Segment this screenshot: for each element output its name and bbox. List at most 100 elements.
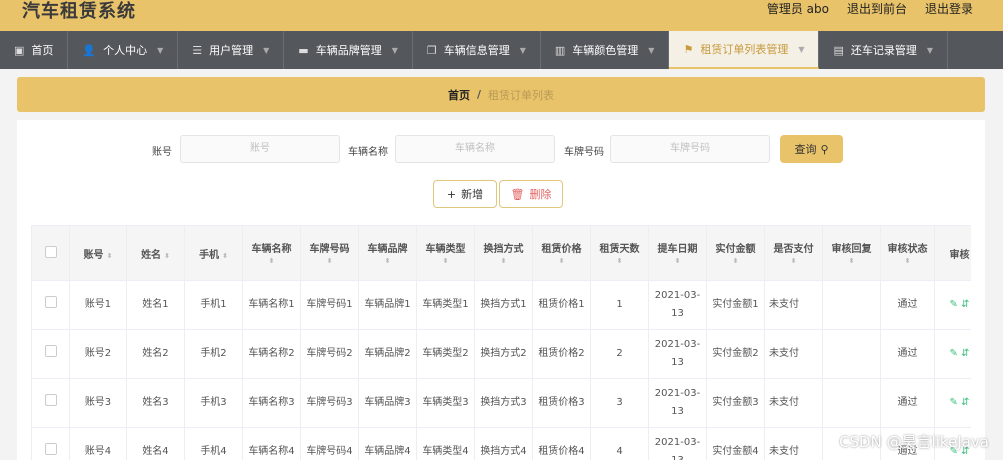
sort-icon[interactable]: ⬍ bbox=[164, 252, 170, 260]
column-header-label: 提车日期 bbox=[657, 244, 698, 255]
sort-icon[interactable]: ⬍ bbox=[247, 257, 296, 266]
flag-icon: ⚑ bbox=[683, 42, 694, 56]
table-cell: 通过 bbox=[880, 280, 935, 330]
review-icon[interactable]: ⇵ bbox=[961, 299, 969, 310]
doc-icon: ▤ bbox=[833, 43, 844, 57]
column-header[interactable]: 审核回复 ⬍ bbox=[822, 225, 881, 281]
column-header[interactable]: 姓名 ⬍ bbox=[126, 225, 185, 281]
column-header[interactable]: 租赁价格 ⬍ bbox=[532, 225, 591, 281]
logout-link[interactable]: 退出登录 bbox=[925, 0, 973, 18]
sort-icon[interactable]: ⬍ bbox=[363, 257, 412, 266]
select-all-cell bbox=[31, 225, 70, 281]
review-icon[interactable]: ⇵ bbox=[961, 397, 969, 408]
table-cell: 换挡方式1 bbox=[474, 280, 533, 330]
sort-icon[interactable]: ⬍ bbox=[769, 257, 818, 266]
table-cell: 租赁价格4 bbox=[532, 427, 591, 460]
column-header-label: 车辆名称 bbox=[251, 244, 292, 255]
carname-input[interactable]: 车辆名称 bbox=[395, 135, 555, 163]
plus-icon: + bbox=[446, 187, 457, 201]
admin-user-label: 管理员 abo bbox=[766, 2, 829, 16]
sort-icon[interactable]: ⬍ bbox=[421, 257, 470, 266]
column-header-label: 实付金额 bbox=[715, 244, 756, 255]
add-label: 新增 bbox=[461, 188, 484, 201]
column-header-label: 审核状态 bbox=[887, 244, 928, 255]
edit-icon[interactable]: ✎ bbox=[950, 348, 958, 359]
sort-icon[interactable]: ⬍ bbox=[827, 257, 876, 266]
table-cell: 通过 bbox=[880, 329, 935, 379]
table-cell: 2021-03-13 bbox=[648, 378, 707, 428]
table-cell: 通过 bbox=[880, 378, 935, 428]
sort-icon[interactable]: ⬍ bbox=[537, 257, 586, 266]
table-cell: 换挡方式2 bbox=[474, 329, 533, 379]
trash-icon: 🗑 bbox=[510, 187, 525, 201]
sort-icon[interactable]: ⬍ bbox=[305, 257, 354, 266]
table-cell: 手机2 bbox=[184, 329, 243, 379]
delete-label: 删除 bbox=[529, 188, 552, 201]
row-checkbox[interactable] bbox=[44, 295, 57, 308]
table-cell: 换挡方式4 bbox=[474, 427, 533, 460]
column-header[interactable]: 车辆品牌 ⬍ bbox=[358, 225, 417, 281]
column-header-label: 手机 bbox=[199, 249, 220, 261]
nav-item-6[interactable]: ⚑ 租赁订单列表管理 ▼ bbox=[669, 31, 820, 69]
column-header[interactable]: 账号 ⬍ bbox=[69, 225, 127, 281]
edit-icon[interactable]: ✎ bbox=[950, 299, 958, 310]
sort-icon[interactable]: ⬍ bbox=[222, 252, 228, 260]
column-header[interactable]: 租赁天数 ⬍ bbox=[590, 225, 649, 281]
nav-item-label: 用户管理 bbox=[209, 44, 254, 57]
table-cell: 未支付 bbox=[764, 378, 823, 428]
table-cell: 车牌号码3 bbox=[300, 378, 359, 428]
table-body: 账号1 姓名1 手机1 车辆名称1 车牌号码1 车辆品牌1 车辆类型1 换挡方式1 租赁价格1 1… bbox=[31, 280, 971, 460]
plate-input[interactable]: 车牌号码 bbox=[610, 135, 770, 163]
column-header[interactable]: 实付金额 ⬍ bbox=[706, 225, 765, 281]
column-header[interactable]: 车辆类型 ⬍ bbox=[416, 225, 475, 281]
chevron-down-icon: ▼ bbox=[157, 45, 164, 55]
column-header[interactable]: 是否支付 ⬍ bbox=[764, 225, 823, 281]
sort-icon[interactable]: ⬍ bbox=[479, 257, 528, 266]
table-cell: 2021-03-13 bbox=[648, 329, 707, 379]
table-row: 账号3 姓名3 手机3 车辆名称3 车牌号码3 车辆品牌3 车辆类型3 换挡方式3 租赁价格3 3… bbox=[31, 378, 971, 428]
add-button[interactable]: + 新增 bbox=[433, 180, 497, 208]
column-header[interactable]: 审核状态 ⬍ bbox=[880, 225, 935, 281]
nav-item-label: 租赁订单列表管理 bbox=[700, 43, 789, 56]
nav-item-label: 车辆品牌管理 bbox=[315, 44, 382, 57]
nav-item-7[interactable]: ▤ 还车记录管理 ▼ bbox=[819, 31, 949, 69]
column-header-label: 租赁天数 bbox=[599, 244, 640, 255]
column-header[interactable]: 提车日期 ⬍ bbox=[648, 225, 707, 281]
nav-item-5[interactable]: ▥ 车辆颜色管理 ▼ bbox=[541, 31, 670, 69]
column-header[interactable]: 换挡方式 ⬍ bbox=[474, 225, 533, 281]
nav-item-2[interactable]: ☰ 用户管理 ▼ bbox=[178, 31, 285, 69]
row-checkbox[interactable] bbox=[44, 442, 57, 455]
column-header[interactable]: 车辆名称 ⬍ bbox=[242, 225, 301, 281]
sort-icon[interactable]: ⬍ bbox=[107, 252, 113, 260]
table-cell: 手机3 bbox=[184, 378, 243, 428]
query-button[interactable]: 查询 ⚲ bbox=[780, 135, 843, 163]
chevron-down-icon: ▼ bbox=[648, 45, 655, 55]
column-header[interactable]: 审核 bbox=[934, 225, 971, 281]
edit-icon[interactable]: ✎ bbox=[950, 397, 958, 408]
table-cell: 车辆品牌4 bbox=[358, 427, 417, 460]
table-cell: 车辆类型2 bbox=[416, 329, 475, 379]
row-checkbox[interactable] bbox=[44, 393, 57, 406]
row-checkbox[interactable] bbox=[44, 344, 57, 357]
sort-icon[interactable]: ⬍ bbox=[711, 257, 760, 266]
breadcrumb-home[interactable]: 首页 bbox=[448, 87, 470, 103]
nav-item-3[interactable]: ▬ 车辆品牌管理 ▼ bbox=[284, 31, 413, 69]
delete-button[interactable]: 🗑 删除 bbox=[499, 180, 563, 208]
app-title: 汽车租赁系统 bbox=[22, 1, 136, 22]
nav-item-0[interactable]: ▣ 首页 bbox=[0, 31, 69, 69]
column-header[interactable]: 车牌号码 ⬍ bbox=[300, 225, 359, 281]
table-cell: 车辆名称2 bbox=[242, 329, 301, 379]
account-input[interactable]: 账号 bbox=[180, 135, 340, 163]
table-cell: 车牌号码4 bbox=[300, 427, 359, 460]
nav-item-4[interactable]: ❐ 车辆信息管理 ▼ bbox=[413, 31, 541, 69]
column-header[interactable]: 手机 ⬍ bbox=[184, 225, 243, 281]
back-to-front-link[interactable]: 退出到前台 bbox=[847, 0, 907, 18]
nav-item-1[interactable]: 👤 个人中心 ▼ bbox=[68, 31, 179, 69]
sort-icon[interactable]: ⬍ bbox=[653, 257, 702, 266]
column-header-label: 租赁价格 bbox=[541, 244, 582, 255]
sort-icon[interactable]: ⬍ bbox=[595, 257, 644, 266]
sort-icon[interactable]: ⬍ bbox=[885, 257, 930, 266]
row-select-cell bbox=[31, 427, 70, 460]
select-all-checkbox[interactable] bbox=[44, 245, 57, 258]
review-icon[interactable]: ⇵ bbox=[961, 348, 969, 359]
